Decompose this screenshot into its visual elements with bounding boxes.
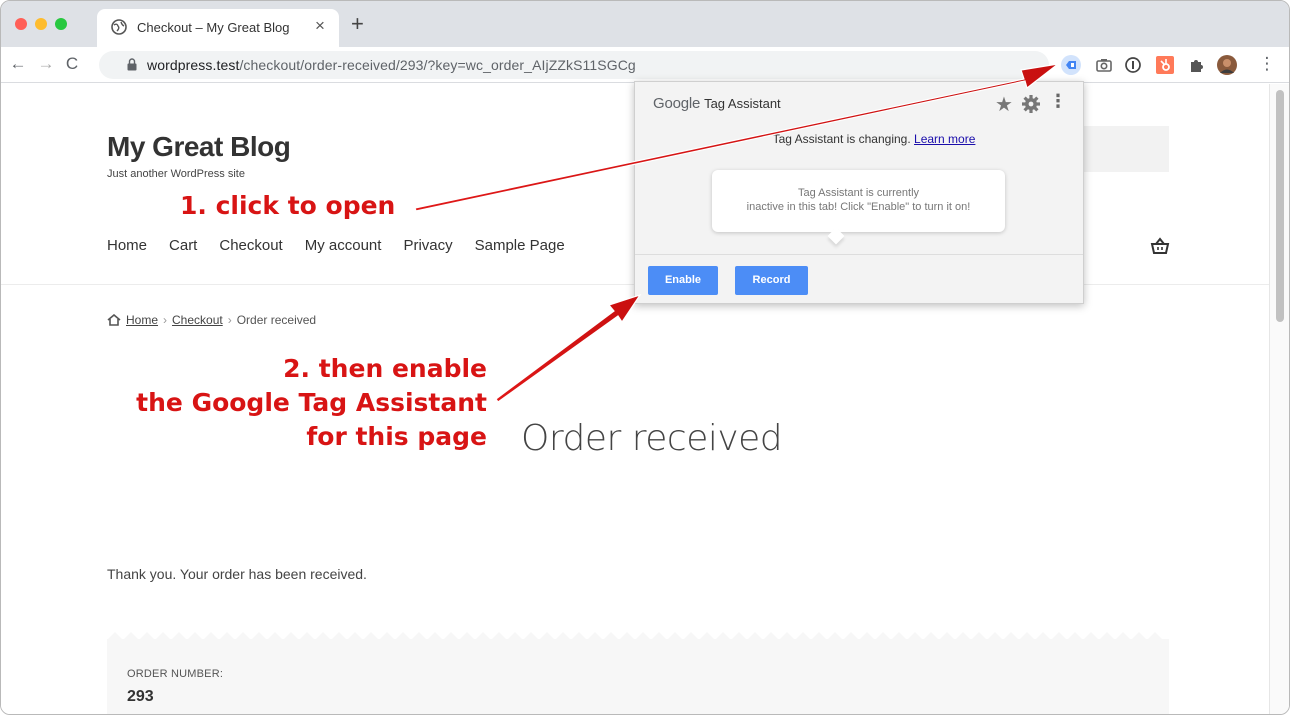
step-2-line-2: the Google Tag Assistant <box>136 388 487 417</box>
hubspot-icon[interactable] <box>1155 55 1175 75</box>
minimize-window-button[interactable] <box>35 18 47 30</box>
nav-item-home[interactable]: Home <box>107 237 147 254</box>
back-button[interactable]: ← <box>7 53 29 75</box>
nav-item-sample-page[interactable]: Sample Page <box>475 237 565 254</box>
forward-button[interactable]: → <box>35 53 57 75</box>
breadcrumb-home[interactable]: Home <box>126 313 158 327</box>
browser-toolbar: ← → C wordpress.test/checkout/order-rece… <box>1 47 1289 83</box>
extensions-puzzle-icon[interactable] <box>1187 55 1207 75</box>
close-window-button[interactable] <box>15 18 27 30</box>
order-overview <box>107 639 1169 714</box>
breadcrumb: Home › Checkout › Order received <box>107 313 316 327</box>
step-1-callout: 1. click to open <box>180 191 396 220</box>
tab-title: Checkout – My Great Blog <box>137 20 290 35</box>
step-2-line-1: 2. then enable <box>283 354 487 383</box>
gear-icon[interactable] <box>1021 94 1041 114</box>
status-line-2: inactive in this tab! Click "Enable" to … <box>746 201 971 213</box>
site-title[interactable]: My Great Blog <box>107 131 291 163</box>
breadcrumb-current: Order received <box>236 313 317 327</box>
nav-item-my-account[interactable]: My account <box>305 237 382 254</box>
breadcrumb-separator: › <box>163 313 168 327</box>
change-notice: Tag Assistant is changing. Learn more <box>635 132 1083 146</box>
globe-icon <box>111 19 127 35</box>
enable-button[interactable]: Enable <box>648 266 718 295</box>
record-button[interactable]: Record <box>735 266 808 295</box>
page-title: Order received <box>521 418 783 459</box>
star-icon[interactable]: ★ <box>995 92 1013 117</box>
tag-assistant-extension-icon[interactable] <box>1061 55 1081 75</box>
tag-assistant-popup: Google Tag Assistant ★ ⋮ Tag Assistant i… <box>634 81 1084 304</box>
breadcrumb-checkout[interactable]: Checkout <box>172 313 223 327</box>
scrollbar-thumb[interactable] <box>1276 90 1284 322</box>
breadcrumb-separator: › <box>227 313 232 327</box>
nav-item-privacy[interactable]: Privacy <box>403 237 452 254</box>
url-text: wordpress.test/checkout/order-received/2… <box>147 57 636 73</box>
password-manager-icon[interactable] <box>1123 55 1143 75</box>
order-number-label: ORDER NUMBER: <box>127 668 224 680</box>
step-2-callout: 2. then enable the Google Tag Assistant … <box>130 352 487 454</box>
product-name: Tag Assistant <box>704 96 781 111</box>
tab-close-icon[interactable]: × <box>315 16 325 36</box>
url-path: /checkout/order-received/293/?key=wc_ord… <box>239 57 636 73</box>
lock-icon <box>127 58 137 71</box>
profile-avatar[interactable] <box>1217 55 1237 75</box>
popup-brand: Google Tag Assistant <box>653 95 781 112</box>
maximize-window-button[interactable] <box>55 18 67 30</box>
browser-menu-icon[interactable]: ⋮ <box>1256 53 1278 75</box>
url-host: wordpress.test <box>147 57 240 73</box>
notice-text: Tag Assistant is changing. <box>772 132 911 146</box>
reload-button[interactable]: C <box>61 53 83 75</box>
address-bar[interactable]: wordpress.test/checkout/order-received/2… <box>99 51 1049 79</box>
primary-navigation: Home Cart Checkout My account Privacy Sa… <box>107 237 565 254</box>
tab-strip: Checkout – My Great Blog × + <box>1 1 1289 47</box>
more-options-icon[interactable]: ⋮ <box>1049 91 1067 112</box>
basket-icon[interactable] <box>1150 236 1170 256</box>
status-bubble: Tag Assistant is currently inactive in t… <box>712 170 1005 245</box>
status-line-1: Tag Assistant is currently <box>797 187 920 199</box>
nav-item-cart[interactable]: Cart <box>169 237 197 254</box>
browser-tab[interactable]: Checkout – My Great Blog × <box>97 9 339 47</box>
thank-you-message: Thank you. Your order has been received. <box>107 566 367 582</box>
new-tab-button[interactable]: + <box>351 13 364 35</box>
page-scrollbar[interactable] <box>1269 84 1289 714</box>
nav-item-checkout[interactable]: Checkout <box>219 237 282 254</box>
camera-icon[interactable] <box>1094 55 1114 75</box>
bubble-tail <box>827 227 845 245</box>
learn-more-link[interactable]: Learn more <box>914 132 975 146</box>
home-icon <box>107 314 121 326</box>
google-wordmark: Google <box>653 95 701 112</box>
site-tagline: Just another WordPress site <box>107 168 245 180</box>
step-2-line-3: for this page <box>306 422 487 451</box>
order-number-value: 293 <box>127 688 154 705</box>
popup-divider <box>635 254 1083 255</box>
